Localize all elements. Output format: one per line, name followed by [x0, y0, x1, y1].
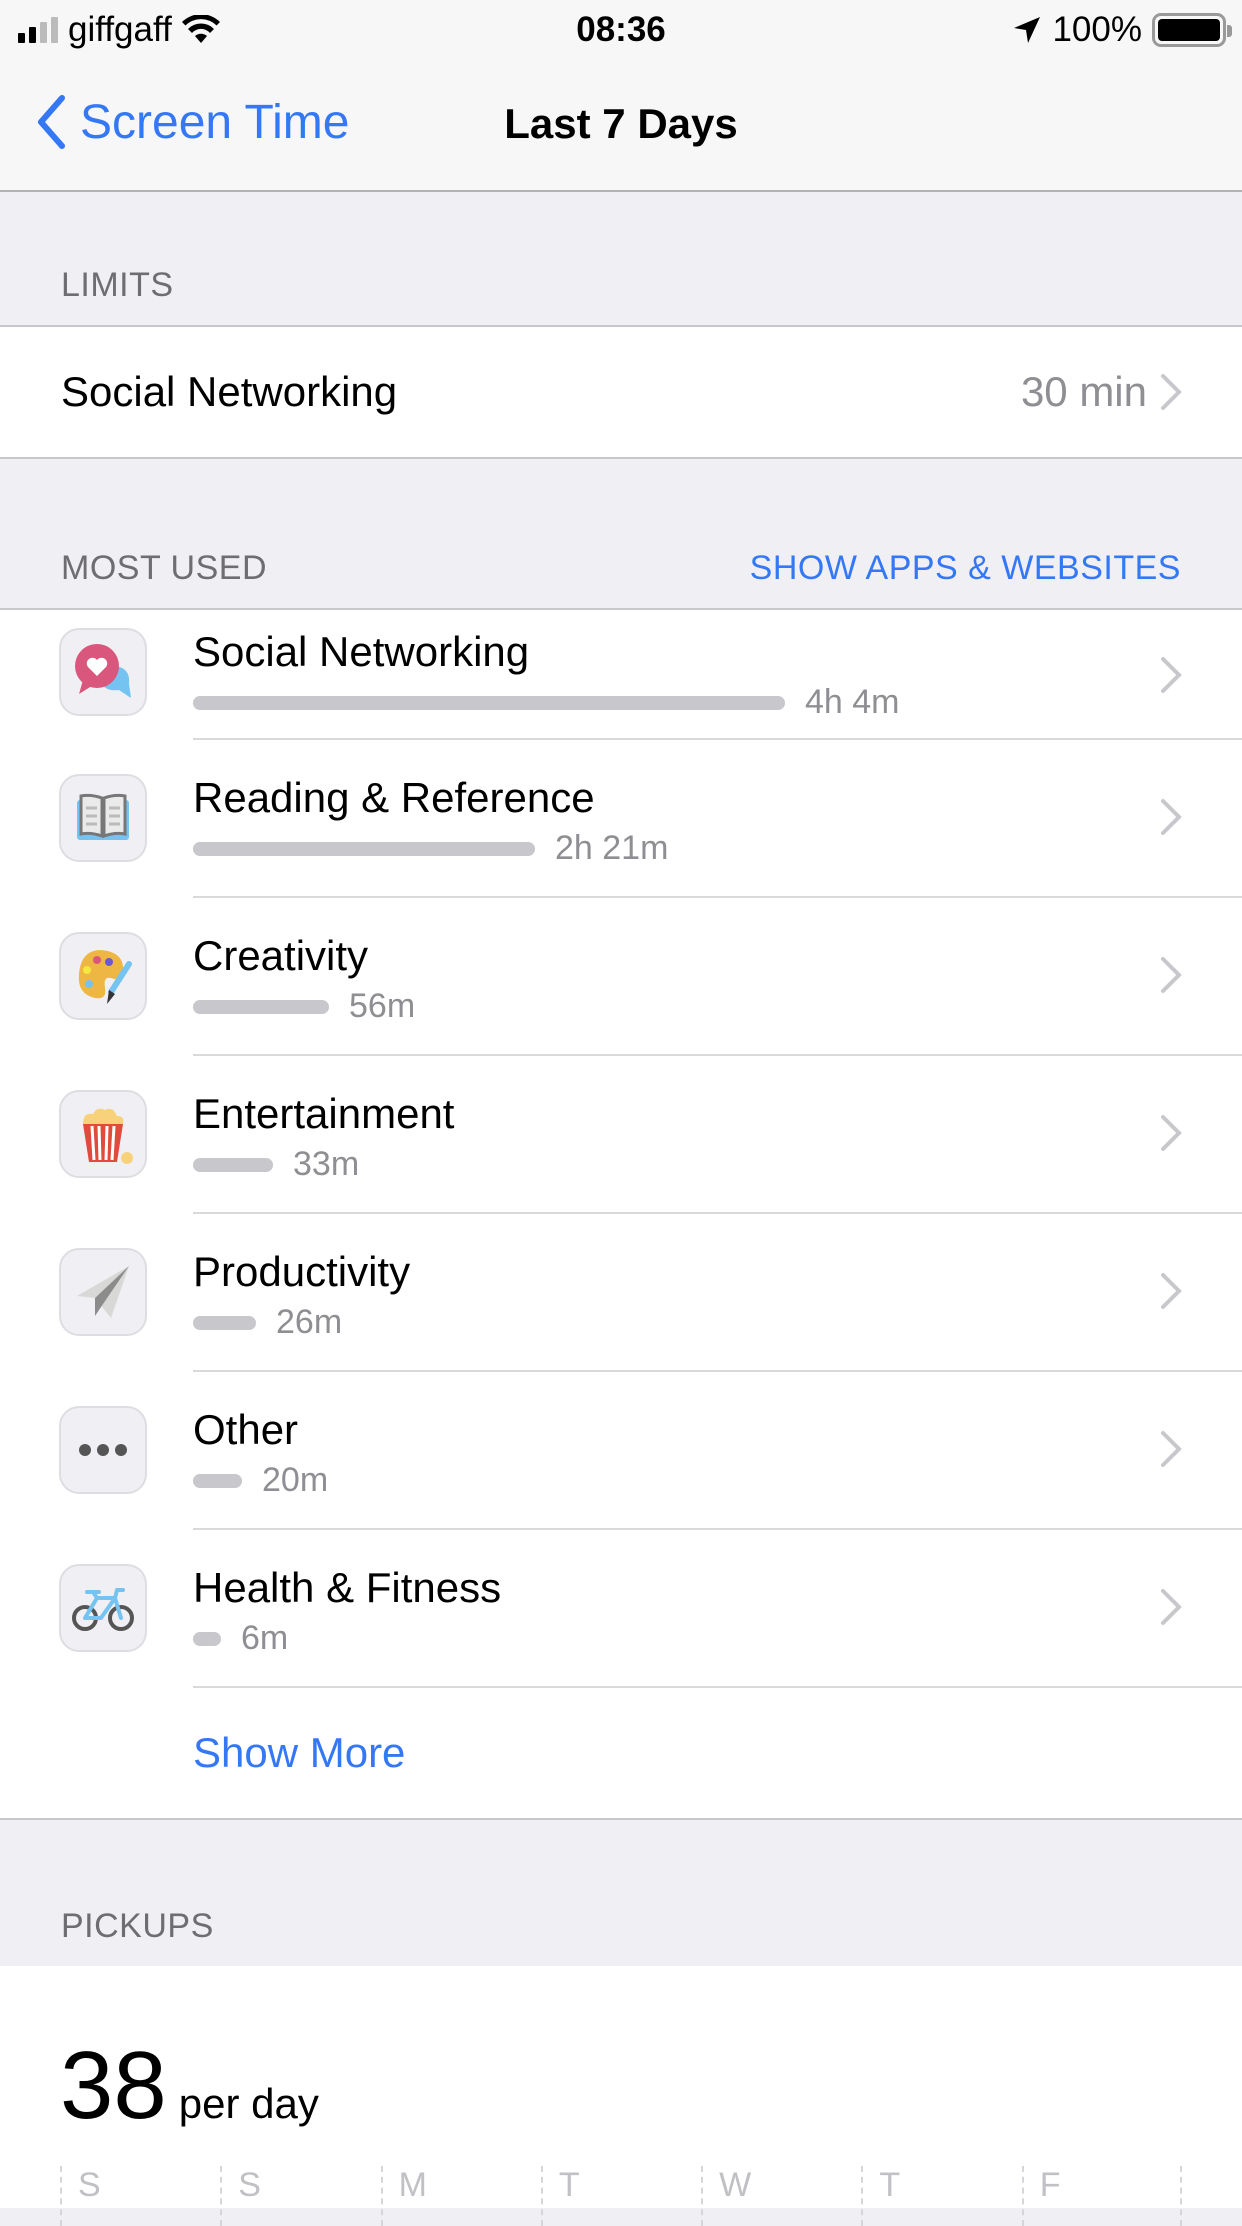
- social-networking-icon: [59, 628, 147, 716]
- most-used-group: Social Networking 4h 4m Reading & Refere…: [0, 608, 1242, 1820]
- pickups-value: 38: [60, 2032, 167, 2139]
- pickups-unit: per day: [178, 2080, 319, 2127]
- pickups-summary: 38 per day: [60, 2031, 319, 2141]
- usage-time: 56m: [349, 987, 416, 1025]
- usage-bar: [193, 1315, 256, 1330]
- show-more-button[interactable]: Show More: [0, 1688, 1242, 1818]
- chevron-right-icon: [1161, 1115, 1182, 1151]
- day-label: W: [701, 2166, 751, 2226]
- limit-value: 30 min: [1020, 368, 1147, 415]
- pickups-day-axis: SSMTWTF: [60, 2166, 1182, 2226]
- usage-bar: [193, 841, 535, 856]
- app-row-name: Productivity: [193, 1248, 411, 1295]
- most-used-section-header: MOST USED SHOW APPS & WEBSITES: [0, 459, 1242, 608]
- usage-bar: [193, 999, 329, 1014]
- row-separator: [193, 1686, 1242, 1688]
- app-row-name: Creativity: [193, 932, 369, 979]
- chevron-right-icon: [1161, 374, 1182, 410]
- pickups-header-label: PICKUPS: [61, 1907, 214, 1945]
- most-used-header-label: MOST USED: [61, 549, 268, 587]
- app-row-reading-reference[interactable]: Reading & Reference 2h 21m: [0, 740, 1242, 898]
- chevron-right-icon: [1161, 799, 1182, 835]
- usage-time: 33m: [293, 1145, 360, 1183]
- show-apps-websites-link[interactable]: SHOW APPS & WEBSITES: [750, 549, 1181, 588]
- usage-bar: [193, 1157, 273, 1172]
- usage-bar: [193, 695, 785, 710]
- limit-row-social-networking[interactable]: Social Networking 30 min: [0, 327, 1242, 457]
- usage-time: 6m: [241, 1619, 289, 1657]
- app-row-entertainment[interactable]: Entertainment 33m: [0, 1056, 1242, 1214]
- app-row-health-fitness[interactable]: Health & Fitness 6m: [0, 1530, 1242, 1688]
- usage-bar-wrap: 2h 21m: [193, 829, 668, 868]
- app-row-name: Other: [193, 1406, 299, 1453]
- app-row-creativity[interactable]: Creativity 56m: [0, 898, 1242, 1056]
- battery-icon: [1152, 13, 1232, 47]
- limits-header-label: LIMITS: [61, 266, 174, 304]
- reading-reference-icon: [59, 774, 147, 862]
- day-label: S: [60, 2166, 101, 2226]
- day-label: F: [1021, 2166, 1060, 2226]
- usage-bar-wrap: 6m: [193, 1619, 288, 1658]
- app-row-name: Reading & Reference: [193, 774, 595, 821]
- usage-bar: [193, 1473, 242, 1488]
- usage-bar-wrap: 56m: [193, 987, 415, 1026]
- app-row-name: Entertainment: [193, 1090, 455, 1137]
- usage-bar: [193, 1631, 221, 1646]
- usage-time: 4h 4m: [805, 683, 900, 721]
- day-label: T: [540, 2166, 580, 2226]
- app-row-other[interactable]: Other 20m: [0, 1372, 1242, 1530]
- day-label: S: [220, 2166, 261, 2226]
- chevron-right-icon: [1161, 1431, 1182, 1467]
- day-gridline: [1180, 2166, 1182, 2226]
- day-label: M: [380, 2166, 427, 2226]
- usage-time: 2h 21m: [555, 829, 669, 867]
- app-row-name: Health & Fitness: [193, 1564, 502, 1611]
- app-row-social-networking[interactable]: Social Networking 4h 4m: [0, 610, 1242, 740]
- page-title: Last 7 Days: [504, 100, 738, 147]
- pickups-section-header: PICKUPS: [0, 1820, 1242, 1966]
- creativity-icon: [59, 932, 147, 1020]
- usage-bar-wrap: 20m: [193, 1461, 328, 1500]
- limits-section-header: LIMITS: [0, 192, 1242, 325]
- limit-label: Social Networking: [61, 368, 398, 415]
- chevron-right-icon: [1161, 1273, 1182, 1309]
- status-right: 100%: [1012, 10, 1232, 50]
- limits-group: Social Networking 30 min: [0, 325, 1242, 459]
- chevron-right-icon: [1161, 657, 1182, 693]
- location-arrow-icon: [1014, 17, 1041, 43]
- usage-bar-wrap: 4h 4m: [193, 683, 900, 722]
- status-bar: giffgaff 08:36 100%: [0, 0, 1242, 62]
- other-icon: [59, 1406, 147, 1494]
- battery-percent: 100%: [1052, 10, 1142, 49]
- app-row-productivity[interactable]: Productivity 26m: [0, 1214, 1242, 1372]
- health-fitness-icon: [59, 1564, 147, 1652]
- usage-bar-wrap: 33m: [193, 1145, 359, 1184]
- day-label: T: [861, 2166, 900, 2226]
- productivity-icon: [59, 1248, 147, 1336]
- usage-bar-wrap: 26m: [193, 1303, 342, 1342]
- navigation-bar: Screen Time Last 7 Days: [0, 62, 1242, 192]
- usage-time: 20m: [262, 1461, 329, 1499]
- chevron-right-icon: [1161, 1589, 1182, 1625]
- entertainment-icon: [59, 1090, 147, 1178]
- app-row-name: Social Networking: [193, 628, 530, 675]
- usage-time: 26m: [276, 1303, 343, 1341]
- pickups-card: 38 per day S S M T W T F: [0, 1966, 1242, 2226]
- chevron-right-icon: [1161, 957, 1182, 993]
